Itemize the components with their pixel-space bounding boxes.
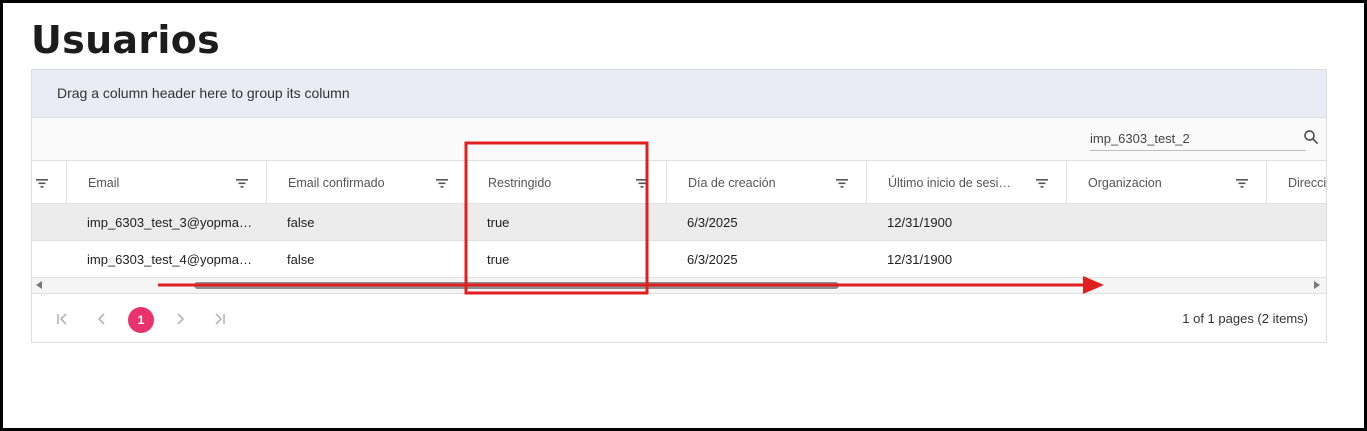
cell-dia-de-creacion: 6/3/2025 bbox=[687, 252, 738, 267]
cell-ultimo-inicio: 12/31/1900 bbox=[887, 215, 953, 230]
column-header-label: Día de creación bbox=[688, 176, 776, 190]
filter-icon[interactable] bbox=[836, 178, 848, 188]
filter-icon[interactable] bbox=[1036, 178, 1048, 188]
scroll-left-arrow-icon[interactable] bbox=[36, 281, 42, 289]
group-panel-hint: Drag a column header here to group its c… bbox=[57, 85, 350, 101]
column-header-label: Restringido bbox=[488, 176, 552, 190]
filter-icon[interactable] bbox=[236, 178, 248, 188]
column-header-organizacion[interactable]: Organizacion bbox=[1066, 161, 1266, 204]
column-header-label: Email bbox=[88, 176, 120, 190]
cell-email: imp_6303_test_3@yopma… bbox=[87, 215, 252, 230]
page-title: Usuarios bbox=[31, 18, 221, 62]
filter-icon[interactable] bbox=[36, 178, 48, 188]
column-header-dia-de-creacion[interactable]: Día de creación bbox=[666, 161, 866, 204]
last-page-icon[interactable] bbox=[212, 313, 226, 325]
column-header-email[interactable]: Email bbox=[66, 161, 266, 204]
cell-dia-de-creacion: 6/3/2025 bbox=[687, 215, 738, 230]
pager-info: 1 of 1 pages (2 items) bbox=[1182, 311, 1308, 326]
cell-email: imp_6303_test_4@yopma… bbox=[87, 252, 252, 267]
scrollbar-thumb[interactable] bbox=[194, 282, 839, 289]
group-panel[interactable]: Drag a column header here to group its c… bbox=[32, 70, 1326, 118]
cell-email-confirmado: false bbox=[287, 252, 315, 267]
column-header-label: Email confirmado bbox=[288, 176, 385, 190]
cell-ultimo-inicio: 12/31/1900 bbox=[887, 252, 953, 267]
scroll-right-arrow-icon[interactable] bbox=[1314, 281, 1320, 289]
pager: 1 1 of 1 pages (2 items) bbox=[32, 293, 1326, 342]
filter-icon[interactable] bbox=[436, 178, 448, 188]
next-page-icon[interactable] bbox=[174, 313, 186, 325]
page-button-current[interactable]: 1 bbox=[128, 307, 154, 333]
column-header-restringido[interactable]: Restringido bbox=[466, 161, 666, 204]
cell-restringido: true bbox=[487, 252, 510, 267]
prev-page-icon[interactable] bbox=[96, 313, 108, 325]
filter-icon[interactable] bbox=[1236, 178, 1248, 188]
column-header-label: Último inicio de sesi… bbox=[888, 176, 1011, 190]
filter-icon[interactable] bbox=[636, 178, 648, 188]
first-page-icon[interactable] bbox=[56, 313, 70, 325]
column-header-ultimo-inicio[interactable]: Último inicio de sesi… bbox=[866, 161, 1066, 204]
users-grid: Drag a column header here to group its c… bbox=[31, 69, 1327, 343]
cell-email-confirmado: false bbox=[287, 215, 315, 230]
horizontal-scrollbar[interactable] bbox=[32, 278, 1326, 293]
column-header-label: Direcci bbox=[1288, 176, 1327, 190]
search-icon[interactable] bbox=[1302, 128, 1320, 146]
column-header-email-confirmado[interactable]: Email confirmado bbox=[266, 161, 466, 204]
table-row[interactable]: imp_6303_test_3@yopma… false true 6/3/20… bbox=[32, 204, 1326, 241]
column-header-label: Organizacion bbox=[1088, 176, 1162, 190]
cell-restringido: true bbox=[487, 215, 510, 230]
search-input[interactable] bbox=[1090, 127, 1306, 151]
table-row[interactable]: imp_6303_test_4@yopma… false true 6/3/20… bbox=[32, 241, 1326, 278]
column-header-direccion[interactable]: Direcci bbox=[1266, 161, 1327, 204]
grid-toolbar bbox=[32, 118, 1326, 161]
grid-header-row: Email Email confirmado Restringido Día d… bbox=[32, 161, 1326, 204]
